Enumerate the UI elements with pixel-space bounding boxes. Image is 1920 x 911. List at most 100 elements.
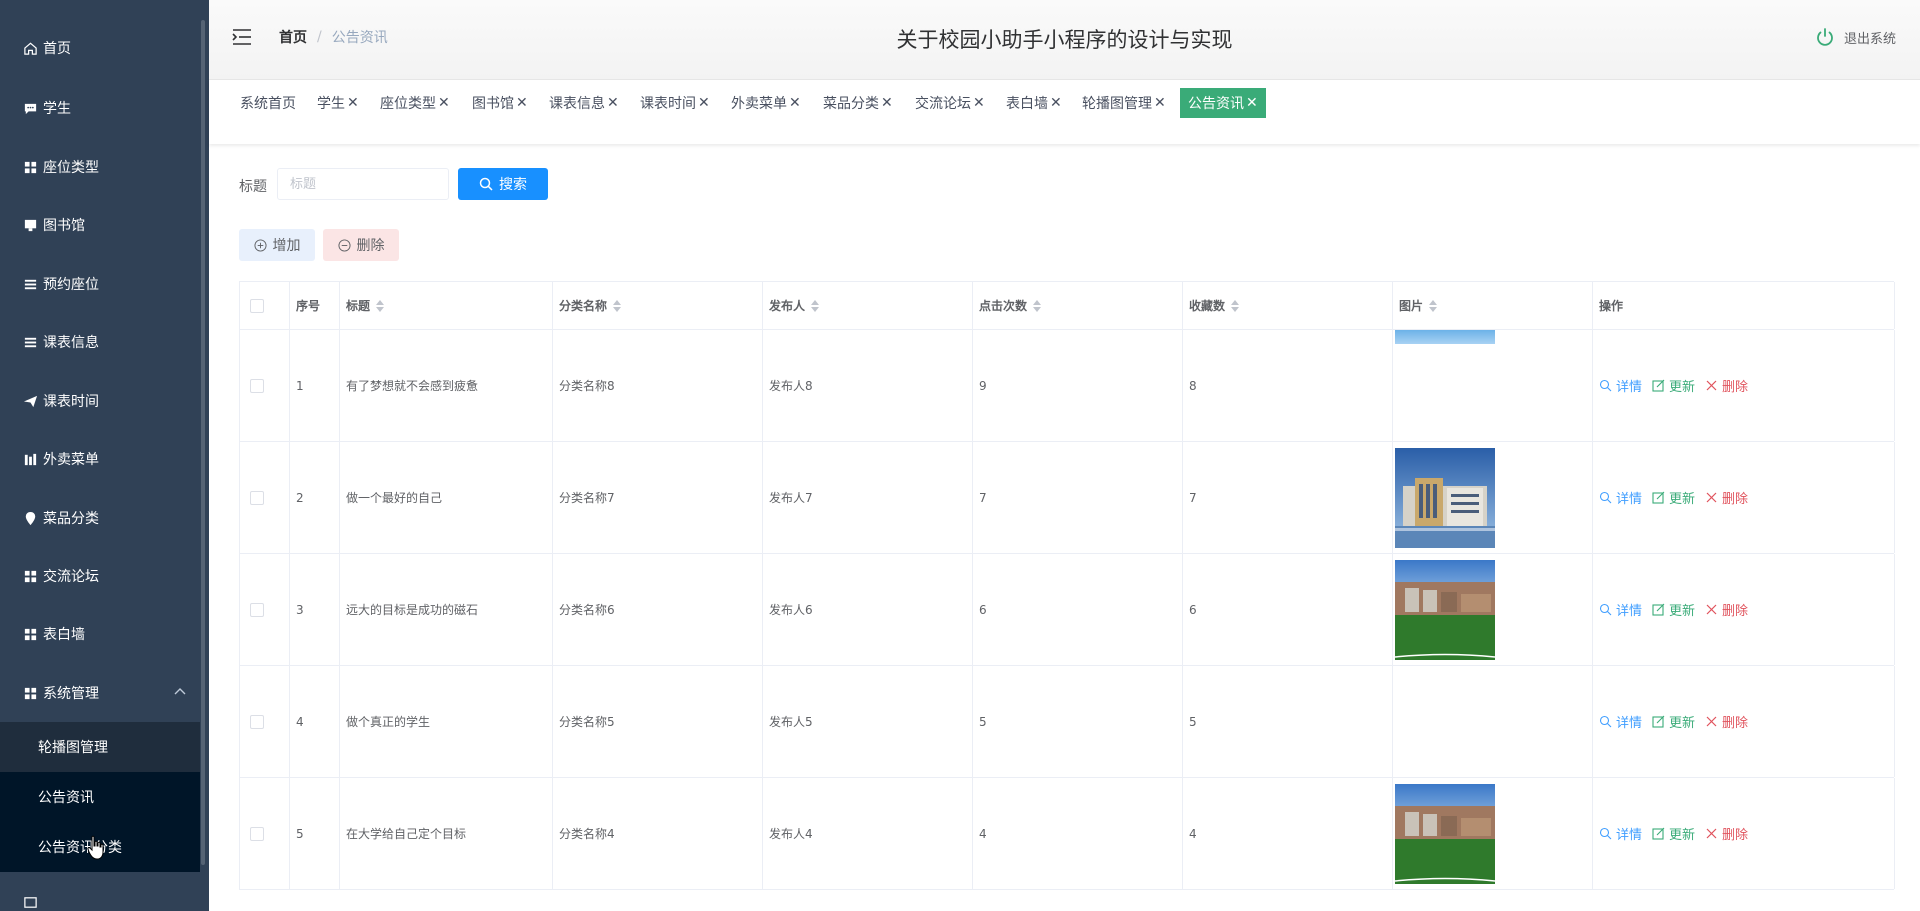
delete-button[interactable]: 删除 [1705,488,1748,507]
sort-icon[interactable] [1429,299,1438,312]
column-header[interactable]: 图片 [1393,282,1593,329]
detail-button[interactable]: 详情 [1599,600,1642,619]
update-button[interactable]: 更新 [1652,824,1695,843]
row-favorites: 6 [1183,554,1393,665]
tag-7[interactable]: 菜品分类 ✕ [821,88,895,118]
close-icon[interactable]: ✕ [698,95,710,111]
row-number: 3 [290,554,340,665]
select-all-checkbox[interactable] [250,298,264,313]
sidebar-item-5[interactable]: 课表信息 [0,318,209,366]
sidebar-item-6[interactable]: 课表时间 [0,377,209,425]
tag-5[interactable]: 课表时间 ✕ [638,88,712,118]
close-icon[interactable]: ✕ [347,95,359,111]
sidebar-item-8[interactable]: 菜品分类 [0,494,209,542]
search-button-label: 搜索 [499,177,527,193]
tag-9[interactable]: 表白墙 ✕ [1004,88,1064,118]
close-icon[interactable]: ✕ [973,95,985,111]
row-checkbox[interactable] [250,602,264,617]
tag-3[interactable]: 图书馆 ✕ [470,88,530,118]
column-header[interactable]: 收藏数 [1183,282,1393,329]
title-search-input[interactable] [277,168,449,200]
submenu-item-1[interactable]: 公告资讯 [0,772,200,822]
detail-button[interactable]: 详情 [1599,712,1642,731]
row-checkbox[interactable] [250,714,264,729]
close-icon[interactable]: ✕ [607,95,619,111]
close-icon[interactable]: ✕ [881,95,893,111]
close-icon [1706,380,1717,391]
row-number: 2 [290,442,340,553]
column-header[interactable]: 标题 [340,282,553,329]
row-actions: 详情 更新 删除 [1593,778,1895,889]
row-publisher: 发布人4 [763,778,973,889]
tag-2[interactable]: 座位类型 ✕ [378,88,452,118]
submenu-item-0[interactable]: 轮播图管理 [0,722,200,772]
sidebar-item-2[interactable]: 座位类型 [0,143,209,191]
close-icon[interactable]: ✕ [1050,95,1062,111]
sidebar-item-9[interactable]: 交流论坛 [0,552,209,600]
search-icon [1599,603,1612,616]
edit-icon [1652,715,1665,728]
detail-button[interactable]: 详情 [1599,824,1642,843]
grid-icon [22,626,38,642]
delete-button[interactable]: 删除 [1705,824,1748,843]
update-label: 更新 [1669,716,1696,731]
row-category: 分类名称5 [553,666,763,777]
sidebar-item-10[interactable]: 表白墙 [0,610,209,658]
sort-icon[interactable] [811,299,820,312]
tag-11[interactable]: 公告资讯 ✕ [1180,88,1266,118]
update-button[interactable]: 更新 [1652,712,1695,731]
delete-label: 删除 [1722,380,1749,395]
detail-button[interactable]: 详情 [1599,488,1642,507]
tag-0[interactable]: 系统首页 [238,88,298,118]
column-header[interactable]: 发布人 [763,282,973,329]
detail-label: 详情 [1616,492,1643,507]
sidebar-item-0[interactable]: 首页 [0,24,209,72]
news-image [1395,783,1495,884]
sidebar-item-1[interactable]: 学生 [0,84,209,132]
tag-8[interactable]: 交流论坛 ✕ [913,88,987,118]
row-checkbox[interactable] [250,490,264,505]
tag-1[interactable]: 学生 ✕ [315,88,361,118]
sidebar-item-3[interactable]: 图书馆 [0,201,209,249]
tag-10[interactable]: 轮播图管理 ✕ [1080,88,1168,118]
sort-icon[interactable] [1033,299,1042,312]
search-button[interactable]: 搜索 [458,168,548,200]
update-label: 更新 [1669,492,1696,507]
close-icon[interactable]: ✕ [438,95,450,111]
delete-button[interactable]: 删除 [1705,376,1748,395]
tag-6[interactable]: 外卖菜单 ✕ [729,88,803,118]
close-icon[interactable]: ✕ [1154,95,1166,111]
close-icon[interactable]: ✕ [789,95,801,111]
sort-icon[interactable] [613,299,622,312]
close-icon[interactable]: ✕ [516,95,528,111]
delete-button[interactable]: 删除 [1705,712,1748,731]
sidebar-item-7[interactable]: 外卖菜单 [0,435,209,483]
sort-icon[interactable] [1231,299,1240,312]
edit-icon [1652,491,1665,504]
sidebar-item-4[interactable]: 预约座位 [0,260,209,308]
batch-delete-button[interactable]: 删除 [323,229,399,261]
update-button[interactable]: 更新 [1652,488,1695,507]
close-icon[interactable]: ✕ [1246,95,1258,111]
sidebar-item-11[interactable]: 系统管理 [0,669,209,717]
update-button[interactable]: 更新 [1652,600,1695,619]
detail-button[interactable]: 详情 [1599,376,1642,395]
sidebar-item-partial[interactable] [0,878,209,911]
tag-4[interactable]: 课表信息 ✕ [547,88,621,118]
row-checkbox[interactable] [250,378,264,393]
list-icon [22,276,38,292]
table-header: 序号 标题 分类名称 发布人 点击次数 收藏数 图片 操作 [240,282,1895,330]
update-button[interactable]: 更新 [1652,376,1695,395]
sidebar-item-label: 菜品分类 [43,511,99,527]
column-header[interactable]: 分类名称 [553,282,763,329]
row-category: 分类名称4 [553,778,763,889]
logout-button[interactable]: 退出系统 [1814,26,1896,48]
column-header[interactable]: 点击次数 [973,282,1183,329]
sort-icon[interactable] [376,299,385,312]
row-checkbox[interactable] [250,826,264,841]
plus-circle-icon [253,238,267,252]
delete-button[interactable]: 删除 [1705,600,1748,619]
row-select-cell [240,554,290,665]
row-clicks: 4 [973,778,1183,889]
add-button[interactable]: 增加 [239,229,315,261]
